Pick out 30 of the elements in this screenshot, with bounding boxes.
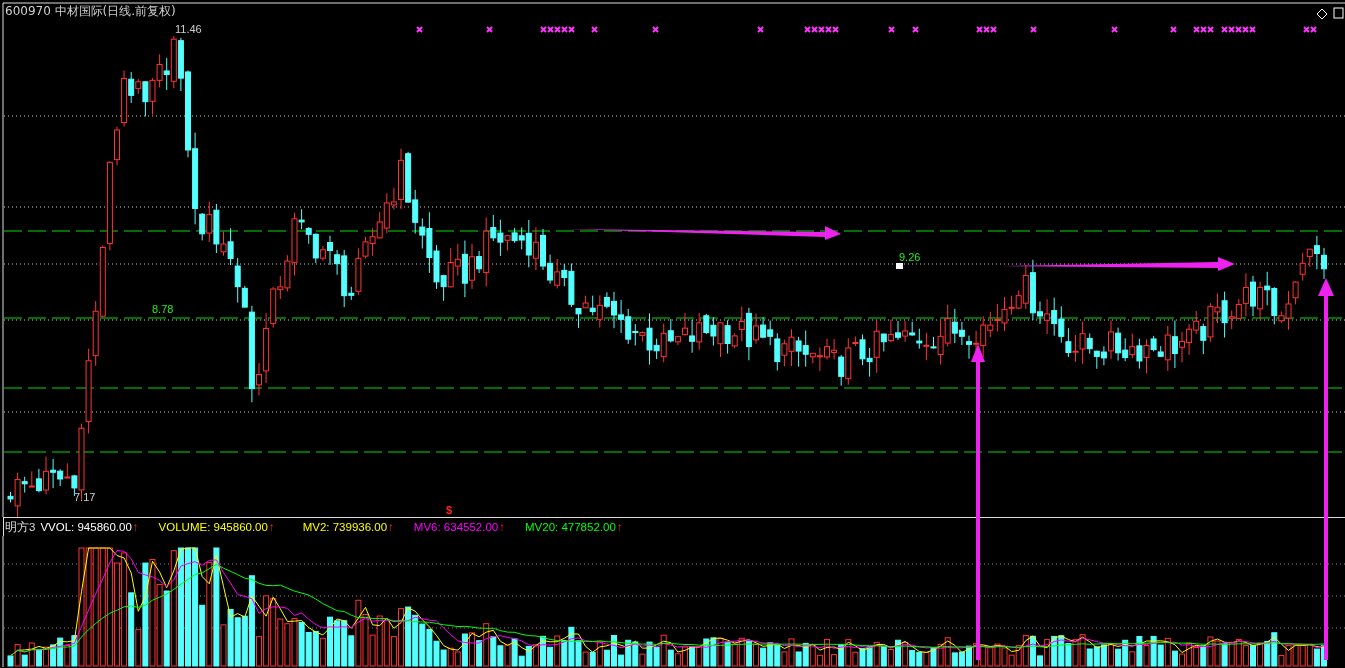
cross-marker-icon xyxy=(1030,26,1037,33)
cross-marker-icon xyxy=(912,26,919,33)
indicator-value: MV2: 739936.00 xyxy=(302,521,388,533)
trend-arrow: ↑ xyxy=(268,521,275,533)
indicator-name: 明方3 xyxy=(5,519,36,535)
cross-marker-icon xyxy=(652,26,659,33)
cross-marker-icon xyxy=(1170,26,1177,33)
cross-marker-icon xyxy=(757,26,764,33)
indicator-value: MV6: 634552.00 xyxy=(413,521,499,533)
indicator-value: VVOL: 945860.00 xyxy=(40,521,132,533)
trend-arrow: ↑ xyxy=(132,521,139,533)
cross-marker-icon xyxy=(591,26,598,33)
trend-arrow: ↑ xyxy=(616,521,623,533)
price-level-label: 8.78 xyxy=(152,303,174,315)
indicator-value: VOLUME: 945860.00 xyxy=(158,521,268,533)
chart-title: 600970 中材国际(日线.前复权) xyxy=(5,4,176,18)
signal-mark: $ xyxy=(446,504,453,516)
diamond-icon[interactable] xyxy=(1316,8,1328,20)
cross-marker-icon xyxy=(888,26,895,33)
low-price-label: 7.17 xyxy=(74,491,96,503)
trend-arrow: ↑ xyxy=(388,521,394,533)
cross-marker-icon xyxy=(486,26,493,33)
high-price-label: 11.46 xyxy=(175,23,202,35)
trend-arrow: ↑ xyxy=(499,521,505,533)
level-marker-icon xyxy=(896,263,903,269)
cross-marker-icon xyxy=(416,26,423,33)
window-icon[interactable] xyxy=(1333,7,1344,19)
indicator-value: MV20: 477852.00 xyxy=(525,521,616,533)
price-level-label: 9.26 xyxy=(899,251,921,263)
cross-marker-icon xyxy=(1111,26,1118,33)
